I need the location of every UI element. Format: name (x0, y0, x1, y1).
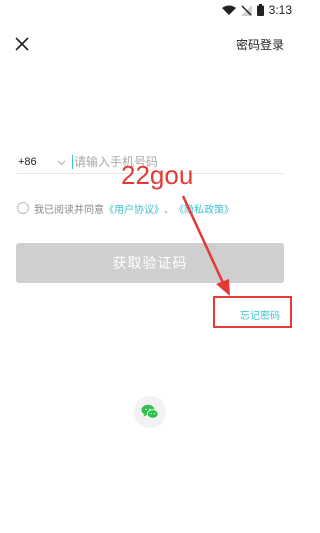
country-code[interactable]: +86 (18, 156, 37, 168)
text-cursor (72, 155, 73, 169)
privacy-policy-link[interactable]: 《隐私政策》 (174, 201, 234, 216)
get-verification-code-button[interactable]: 获取验证码 (16, 243, 284, 283)
status-time: 3:13 (268, 3, 292, 17)
close-icon[interactable] (13, 35, 31, 53)
wechat-icon (141, 404, 159, 419)
wifi-icon (221, 5, 236, 15)
agreement-checkbox[interactable] (17, 202, 29, 214)
status-bar: 3:13 (0, 0, 300, 20)
password-login-link[interactable]: 密码登录 (236, 36, 284, 53)
battery-icon (256, 4, 264, 16)
wechat-login-button[interactable] (134, 396, 166, 428)
agreement-text: 我已阅读并同意 (34, 204, 104, 216)
watermark-text: 22gou (121, 160, 194, 190)
agreement-row: 我已阅读并同意 《用户协议》 、 《隐私政策》 (17, 200, 234, 216)
signal-icon (240, 4, 252, 16)
status-icons: 3:13 (221, 3, 292, 17)
agreement-separator: 、 (164, 204, 174, 216)
highlight-box (213, 296, 292, 328)
user-agreement-link[interactable]: 《用户协议》 (104, 201, 164, 216)
chevron-down-icon[interactable] (57, 158, 66, 167)
